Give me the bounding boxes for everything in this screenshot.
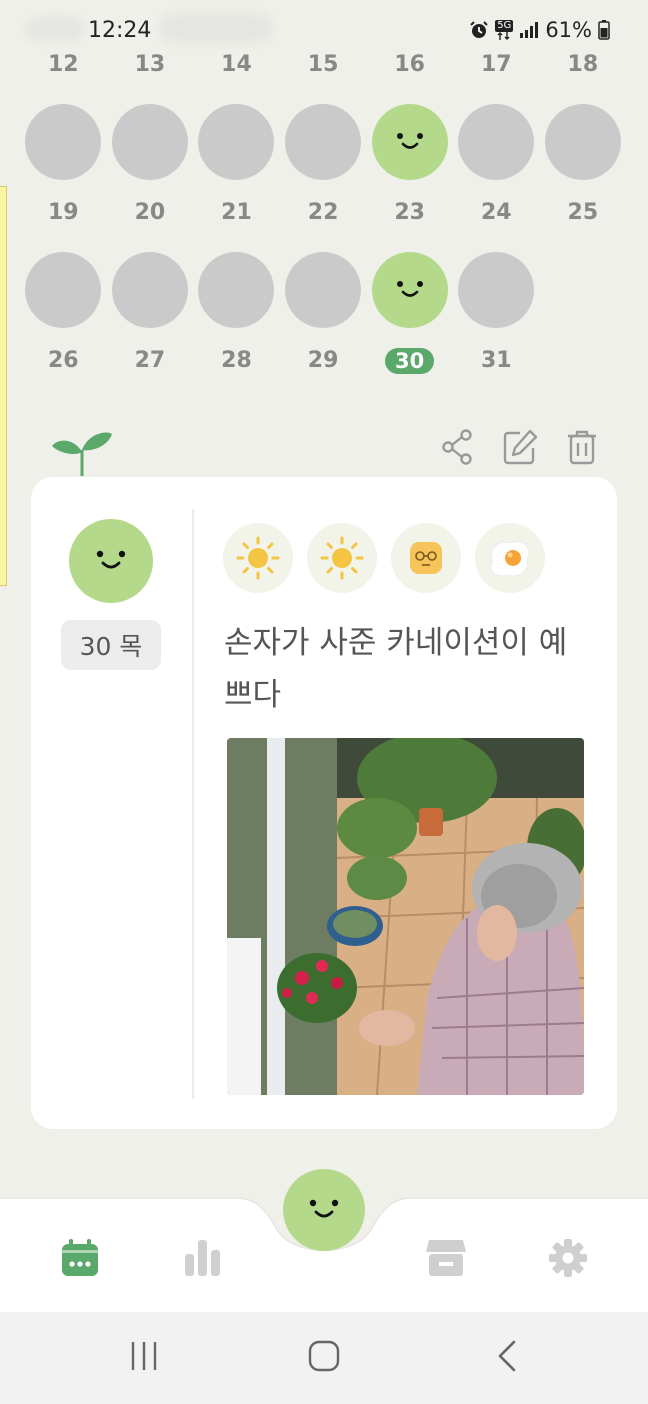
day-number[interactable]: 16 bbox=[366, 52, 453, 77]
entry-date-badge: 30 목 bbox=[61, 620, 161, 670]
calendar-week-numbers: 12 13 14 15 16 17 18 bbox=[20, 52, 630, 77]
share-icon[interactable] bbox=[440, 428, 474, 466]
mood-smile-day[interactable] bbox=[371, 252, 448, 328]
empty-day-circle[interactable] bbox=[111, 104, 188, 180]
smile-face-icon bbox=[396, 281, 423, 297]
empty-day-circle[interactable] bbox=[198, 252, 275, 328]
trash-icon[interactable] bbox=[566, 428, 598, 466]
empty-day-circle[interactable] bbox=[458, 252, 535, 328]
smile-face-icon bbox=[309, 1199, 339, 1218]
back-icon[interactable] bbox=[492, 1340, 524, 1372]
system-nav-bar bbox=[0, 1312, 648, 1404]
sun-icon bbox=[223, 523, 293, 593]
empty-day-circle[interactable] bbox=[198, 104, 275, 180]
empty-day-circle[interactable] bbox=[285, 104, 362, 180]
day-number[interactable]: 27 bbox=[107, 348, 194, 374]
edit-icon[interactable] bbox=[502, 428, 538, 466]
calendar-week-numbers: 19 20 21 22 23 24 25 bbox=[20, 200, 630, 225]
day-number[interactable]: 29 bbox=[280, 348, 367, 374]
photo-image bbox=[227, 738, 584, 1095]
smile-face-icon bbox=[96, 550, 126, 569]
battery-text: 61% bbox=[545, 18, 592, 42]
day-number[interactable]: 17 bbox=[453, 52, 540, 77]
store-icon[interactable] bbox=[425, 1238, 467, 1278]
status-time: 12:24 bbox=[88, 18, 152, 43]
day-number[interactable]: 19 bbox=[20, 200, 107, 225]
battery-icon bbox=[598, 20, 610, 40]
calendar-week-numbers: 26 27 28 29 30 31 bbox=[20, 348, 630, 374]
day-number[interactable]: 31 bbox=[453, 348, 540, 374]
entry-photo[interactable] bbox=[227, 738, 584, 1095]
day-number[interactable]: 14 bbox=[193, 52, 280, 77]
diary-entry-card[interactable]: 30 목 손자가 사준 카네이션이 예쁘다 bbox=[31, 477, 617, 1129]
entry-text: 손자가 사준 카네이션이 예쁘다 bbox=[224, 625, 568, 713]
home-icon[interactable] bbox=[308, 1340, 340, 1372]
entry-tag-icons bbox=[223, 523, 545, 593]
day-number[interactable]: 22 bbox=[280, 200, 367, 225]
network-badge: 5G bbox=[495, 20, 514, 40]
blurred-region bbox=[26, 17, 84, 41]
empty-day-circle[interactable] bbox=[25, 252, 102, 328]
day-number[interactable]: 24 bbox=[453, 200, 540, 225]
sprout-icon bbox=[52, 432, 112, 476]
stats-icon[interactable] bbox=[183, 1238, 223, 1278]
day-number[interactable]: 20 bbox=[107, 200, 194, 225]
entry-actions bbox=[440, 428, 598, 466]
day-number[interactable]: 18 bbox=[540, 52, 627, 77]
bottom-nav bbox=[0, 1169, 648, 1312]
signal-icon bbox=[520, 22, 539, 38]
day-number[interactable]: 28 bbox=[193, 348, 280, 374]
day-number[interactable]: 26 bbox=[20, 348, 107, 374]
glasses-face-icon bbox=[391, 523, 461, 593]
empty-day-circle[interactable] bbox=[285, 252, 362, 328]
calendar-icon[interactable] bbox=[60, 1238, 100, 1278]
add-mood-button[interactable] bbox=[283, 1169, 365, 1251]
day-number[interactable]: 25 bbox=[540, 200, 627, 225]
day-number[interactable]: 12 bbox=[20, 52, 107, 77]
blurred-region bbox=[160, 14, 272, 42]
empty-day-circle[interactable] bbox=[25, 104, 102, 180]
side-edge-handle[interactable] bbox=[0, 186, 7, 586]
settings-icon[interactable] bbox=[548, 1238, 588, 1278]
day-number[interactable]: 13 bbox=[107, 52, 194, 77]
sun-icon bbox=[307, 523, 377, 593]
selected-day-pill: 30 bbox=[385, 348, 435, 374]
mood-smile-day[interactable] bbox=[371, 104, 448, 180]
calendar-week-moods bbox=[20, 104, 630, 180]
calendar-week-moods bbox=[20, 252, 630, 328]
data-arrows-icon bbox=[497, 32, 510, 40]
entry-mood-face[interactable] bbox=[69, 519, 153, 603]
recent-apps-icon[interactable] bbox=[128, 1340, 160, 1372]
empty-day-circle[interactable] bbox=[458, 104, 535, 180]
smile-face-icon bbox=[396, 133, 423, 149]
fried-egg-icon bbox=[475, 523, 545, 593]
empty-day-circle[interactable] bbox=[544, 104, 621, 180]
alarm-icon bbox=[470, 21, 488, 38]
day-number[interactable]: 21 bbox=[193, 200, 280, 225]
day-number[interactable]: 23 bbox=[366, 200, 453, 225]
divider bbox=[192, 509, 194, 1099]
selected-day-number[interactable]: 30 bbox=[366, 348, 453, 374]
day-number[interactable]: 15 bbox=[280, 52, 367, 77]
status-icons: 5G 61% bbox=[469, 18, 610, 42]
empty-day-circle[interactable] bbox=[111, 252, 188, 328]
